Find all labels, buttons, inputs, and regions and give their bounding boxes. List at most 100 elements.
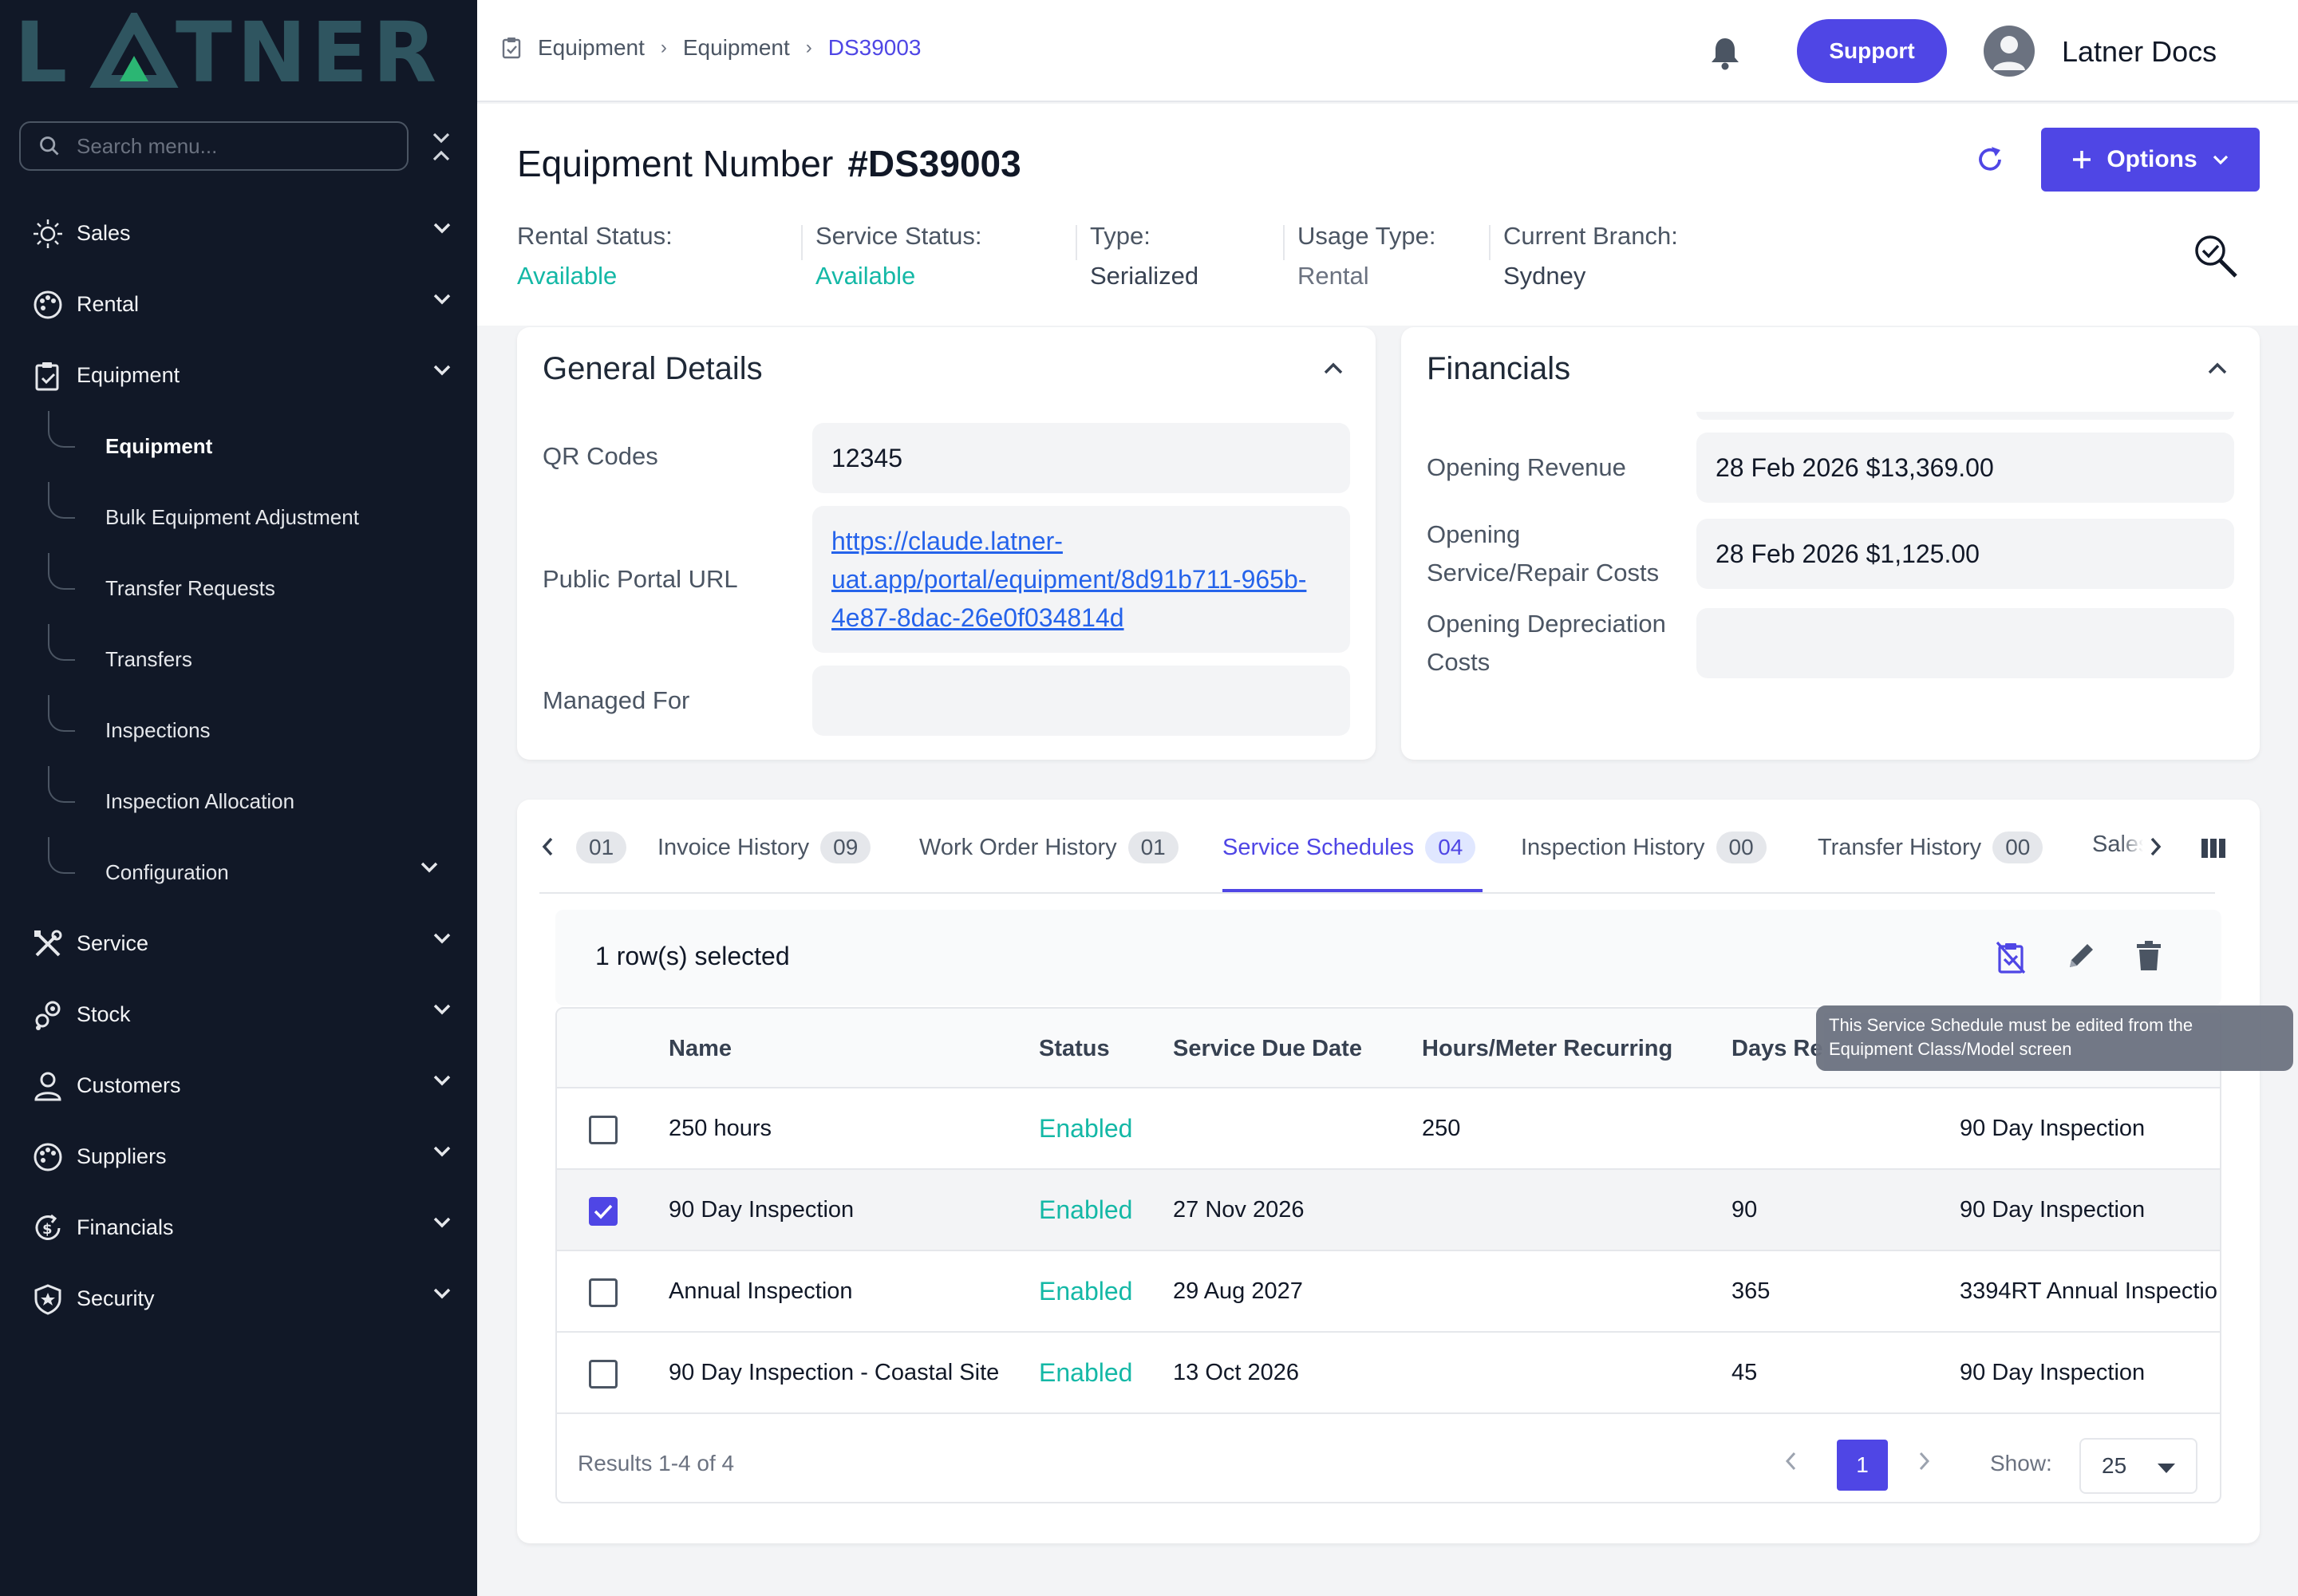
public-portal-link-line3[interactable]: 4e87-8dac-26e0f034814d [831,598,1124,637]
qr-codes-field[interactable]: 12345 [812,423,1350,493]
column-header-hours-meter-recurring[interactable]: Hours/Meter Recurring [1422,1036,1672,1062]
bell-icon[interactable] [1709,35,1741,70]
sidebar-item-sales[interactable]: Sales [0,198,477,269]
refresh-icon[interactable] [1974,144,2006,176]
search-input[interactable] [77,133,396,159]
user-icon [30,1069,65,1104]
page-button-current[interactable]: 1 [1837,1440,1888,1491]
column-header-name[interactable]: Name [669,1036,732,1062]
chevron-left-icon[interactable] [541,836,554,857]
row-status: Enabled [1039,1114,1133,1143]
sidebar-subitem-label: Transfer Requests [105,576,275,600]
page-size-select[interactable]: 25 [2079,1438,2197,1494]
svg-text:L: L [14,13,72,93]
sidebar-subitem-bulk-equipment-adjustment[interactable]: Bulk Equipment Adjustment [0,482,477,553]
selection-count: 1 row(s) selected [595,942,790,970]
opening-revenue-field[interactable]: 28 Feb 2026 $13,369.00 [1696,433,2234,503]
chevron-right-icon[interactable] [1918,1451,1931,1472]
table-row[interactable]: 90 Day Inspection - Coastal Site Enabled… [557,1333,2220,1414]
tab-inspection-history[interactable]: Inspection History 00 [1521,832,1767,863]
avatar[interactable] [1984,26,2035,77]
sidebar-subitem-inspection-allocation[interactable]: Inspection Allocation [0,766,477,837]
tab-bar: 01 Invoice History 09 Work Order History 0… [517,800,2260,894]
row-template: 90 Day Inspection [1960,1197,2146,1223]
clipboard-off-icon[interactable] [1995,940,2027,975]
user-name[interactable]: Latner Docs [2062,35,2217,69]
magnifier-check-icon[interactable] [2193,233,2239,279]
opening-service-costs-field[interactable]: 28 Feb 2026 $1,125.00 [1696,519,2234,589]
card-title: Financials [1427,351,1571,386]
table-row[interactable]: 250 hours Enabled 250 90 Day Inspection [557,1088,2220,1170]
sidebar: L TNER Sales Rental Equipment Equipment … [0,0,477,1596]
breadcrumb-item-equipment[interactable]: Equipment [538,35,645,61]
current-branch: Current Branch: Sydney [1503,222,1727,290]
chevron-down-icon [433,933,451,944]
sidebar-item-suppliers[interactable]: Suppliers [0,1121,477,1192]
row-template: 3394RT Annual Inspectio [1960,1278,2218,1304]
sidebar-item-security[interactable]: Security [0,1263,477,1334]
public-portal-link-line2[interactable]: uat.app/portal/equipment/8d91b711-965b- [831,560,1306,598]
support-button[interactable]: Support [1797,19,1947,83]
sidebar-subitem-inspections[interactable]: Inspections [0,695,477,766]
row-checkbox[interactable] [589,1360,618,1389]
sidebar-subitem-transfers[interactable]: Transfers [0,624,477,695]
column-header-days-recurring[interactable]: Days Re [1731,1036,1822,1062]
collapse-sidebar-button[interactable] [428,128,455,166]
latner-logo[interactable]: L TNER [14,13,449,93]
sidebar-subitem-label: Inspections [105,718,211,742]
options-button[interactable]: Options [2041,128,2260,192]
row-name: 90 Day Inspection - Coastal Site [669,1360,1000,1385]
rental-status-value: Available [517,262,618,290]
sidebar-item-customers[interactable]: Customers [0,1050,477,1121]
tab-transfer-history[interactable]: Transfer History 00 [1818,832,2043,863]
chevron-up-icon[interactable] [1323,362,1344,375]
breadcrumb-item-equipment-list[interactable]: Equipment [683,35,790,61]
sun-gear-icon [30,216,65,251]
row-due-date: 13 Oct 2026 [1173,1360,1299,1385]
opening-service-costs-label: Opening Service/Repair Costs [1427,520,1660,587]
tab-sales-overflow[interactable]: Sales [2092,832,2143,858]
chevron-right-icon[interactable] [2150,836,2162,857]
table-row[interactable]: Annual Inspection Enabled 29 Aug 2027 36… [557,1251,2220,1333]
tab-invoice-history[interactable]: Invoice History 09 [657,832,871,863]
row-checkbox[interactable] [589,1197,618,1226]
collapse-icon [432,132,450,161]
sidebar-subitem-label: Inspection Allocation [105,789,295,813]
public-portal-link-line1[interactable]: https://claude.latner- [831,522,1063,560]
sidebar-item-stock[interactable]: Stock [0,979,477,1050]
tab-work-order-history[interactable]: Work Order History 01 [919,832,1179,863]
sidebar-item-equipment[interactable]: Equipment [0,340,477,411]
column-header-status[interactable]: Status [1039,1036,1110,1062]
divider [1283,225,1285,260]
shield-icon [30,1282,65,1317]
table-row[interactable]: 90 Day Inspection Enabled 27 Nov 2026 90… [557,1170,2220,1251]
sidebar-subitem-configuration[interactable]: Configuration [0,837,477,908]
sidebar-subitem-transfer-requests[interactable]: Transfer Requests [0,553,477,624]
sidebar-search[interactable] [19,121,409,171]
palette-icon [30,287,65,322]
managed-for-field[interactable] [812,666,1350,736]
tab-previous[interactable]: 01 [565,832,627,863]
chevron-left-icon[interactable] [1784,1451,1797,1472]
sidebar-item-service[interactable]: Service [0,908,477,979]
chevron-down-icon [421,862,438,873]
row-checkbox[interactable] [589,1116,618,1144]
opening-depreciation-field[interactable] [1696,608,2234,678]
sidebar-item-financials[interactable]: $ Financials [0,1192,477,1263]
managed-for-label: Managed For [543,686,690,714]
sidebar-item-rental[interactable]: Rental [0,269,477,340]
selection-toolbar: 1 row(s) selected [555,910,2221,1005]
rental-status: Rental Status: Available [517,222,788,290]
page-title: Equipment Number #DS39003 [517,142,1021,185]
usage-type-value: Rental [1297,262,1369,290]
tab-service-schedules[interactable]: Service Schedules 04 [1222,832,1476,863]
clipboard-icon [502,38,521,59]
pencil-icon[interactable] [2067,940,2097,970]
clipboard-icon [30,358,65,393]
sidebar-subitem-equipment[interactable]: Equipment [0,411,477,482]
chevron-up-icon[interactable] [2207,362,2228,375]
trash-icon[interactable] [2135,940,2162,972]
column-settings-icon[interactable] [2201,838,2226,859]
column-header-service-due-date[interactable]: Service Due Date [1173,1036,1362,1062]
row-checkbox[interactable] [589,1278,618,1307]
